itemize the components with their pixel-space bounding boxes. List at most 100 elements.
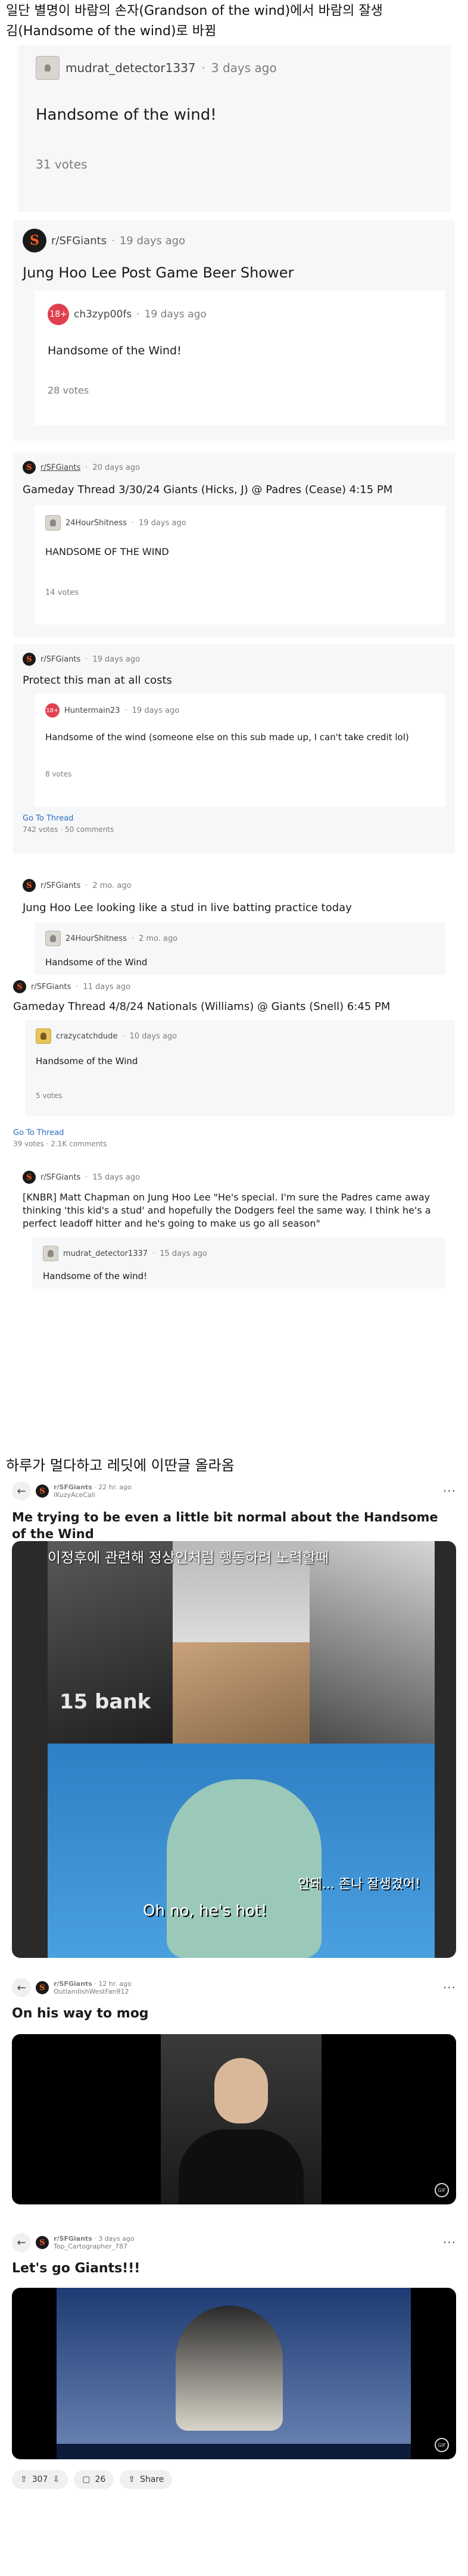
more-options-icon[interactable]: ··· — [443, 1981, 456, 1995]
reply-card: 24HourShitness · 2 mo. ago Handsome of t… — [35, 922, 445, 975]
meme-image[interactable]: 15 bank 이정후에 관련해 정상인처럼 행동하려 노력할때 안돼... 존… — [12, 1541, 456, 1958]
share-button[interactable]: ⇪ Share — [120, 2470, 173, 2489]
meme-caption-top: 이정후에 관련해 정상인처럼 행동하려 노력할때 — [48, 1549, 329, 1566]
back-arrow-icon[interactable]: ← — [12, 1978, 31, 1997]
sfgiants-logo-icon[interactable]: S — [23, 1171, 36, 1184]
sfgiants-logo-icon[interactable]: S — [23, 461, 36, 474]
username[interactable]: mudrat_detector1337 — [63, 1249, 148, 1258]
thread-title[interactable]: Gameday Thread 4/8/24 Nationals (William… — [13, 1000, 455, 1013]
vote-count: 31 votes — [36, 157, 88, 171]
post-card: ← S r/SFGiants · 3 days ago Top_Cartogra… — [12, 2233, 456, 2489]
username[interactable]: mudrat_detector1337 — [65, 61, 196, 75]
username[interactable]: 24HourShitness — [65, 934, 127, 943]
timestamp: 3 days ago — [98, 2235, 135, 2243]
vote-count: 28 votes — [48, 385, 89, 396]
username[interactable]: Huntermain23 — [64, 706, 120, 715]
thread-votes: 39 votes — [13, 1140, 44, 1148]
subreddit-name[interactable]: r/SFGiants — [54, 1980, 92, 1988]
timestamp: 19 days ago — [92, 654, 141, 664]
poster-username[interactable]: OutlandishWestFan912 — [54, 1988, 132, 1995]
post-title[interactable]: Let's go Giants!!! — [12, 2260, 456, 2277]
username[interactable]: 24HourShitness — [65, 519, 127, 528]
comment-body: Handsome of the wind! — [43, 1271, 148, 1281]
poster-username[interactable]: Top_Cartographer_787 — [54, 2243, 135, 2250]
meme-caption-korean: 안돼... 존나 잘생겼어! — [298, 1877, 420, 1892]
timestamp: 19 days ago — [119, 234, 186, 247]
share-icon: ⇪ — [128, 2475, 135, 2484]
more-options-icon[interactable]: ··· — [443, 1484, 456, 1498]
upvote-arrow-icon[interactable]: ⇧ — [20, 2475, 27, 2484]
timestamp: 22 hr. ago — [98, 1483, 132, 1491]
more-options-icon[interactable]: ··· — [443, 2235, 456, 2250]
thread-card: S r/SFGiants · 2 mo. ago Jung Hoo Lee lo… — [13, 871, 455, 975]
user-avatar[interactable] — [36, 56, 60, 80]
subreddit-name[interactable]: r/SFGiants — [40, 463, 80, 472]
sfgiants-logo-icon[interactable]: S — [23, 653, 36, 666]
go-to-thread-link[interactable]: Go To Thread — [23, 814, 445, 823]
thread-votes: 742 votes — [23, 825, 58, 834]
username[interactable]: crazycatchdude — [56, 1032, 117, 1041]
section-heading: 하루가 멀다하고 레딧에 이딴글 올라옴 — [6, 1457, 235, 1474]
thread-card: S r/SFGiants · 15 days ago [KNBR] Matt C… — [13, 1162, 455, 1305]
user-avatar[interactable] — [43, 1246, 58, 1261]
page-root: { "intro": { "line1": "일단 별명이 바람의 손자(Gra… — [0, 0, 468, 2576]
upvote-count: 307 — [32, 2475, 48, 2484]
sfgiants-logo-icon[interactable]: S — [36, 2236, 49, 2249]
user-avatar[interactable] — [36, 1028, 51, 1044]
post-gif[interactable]: GIF — [12, 2034, 456, 2204]
sfgiants-logo-icon[interactable]: S — [13, 980, 26, 993]
share-label: Share — [140, 2475, 164, 2484]
thread-title[interactable]: Jung Hoo Lee looking like a stud in live… — [23, 902, 445, 914]
sfgiants-logo-icon[interactable]: S — [36, 1981, 49, 1994]
subreddit-name[interactable]: r/SFGiants — [40, 1173, 80, 1182]
go-to-thread-link[interactable]: Go To Thread — [13, 1128, 455, 1137]
sfgiants-logo-icon[interactable]: S — [23, 229, 46, 252]
person-face — [214, 2058, 268, 2123]
reply-card: 24HourShitness · 19 days ago HANDSOME OF… — [35, 506, 445, 625]
score-bar — [57, 2444, 411, 2459]
subreddit-name[interactable]: r/SFGiants — [54, 1483, 92, 1491]
comments-button[interactable]: ▢ 26 — [74, 2470, 114, 2489]
thread-title[interactable]: Jung Hoo Lee Post Game Beer Shower — [23, 264, 445, 281]
post-title[interactable]: Me trying to be even a little bit normal… — [12, 1509, 456, 1542]
post-gif[interactable]: GIF — [12, 2288, 456, 2459]
separator-dot: · — [201, 61, 205, 75]
vote-count: 14 votes — [45, 588, 79, 597]
thread-stats: 742 votes · 50 comments — [23, 825, 114, 834]
subreddit-name[interactable]: r/SFGiants — [40, 881, 80, 890]
timestamp: 10 days ago — [129, 1031, 177, 1041]
downvote-arrow-icon[interactable]: ⇩ — [52, 2475, 60, 2484]
back-arrow-icon[interactable]: ← — [12, 1482, 31, 1501]
sfgiants-logo-icon[interactable]: S — [36, 1485, 49, 1498]
reply-card: 18+ Huntermain23 · 19 days ago Handsome … — [35, 694, 445, 807]
subreddit-name[interactable]: r/SFGiants — [40, 655, 80, 664]
poster-username[interactable]: IKuzyAceCali — [54, 1491, 132, 1499]
thread-title[interactable]: [KNBR] Matt Chapman on Jung Hoo Lee "He'… — [23, 1191, 445, 1230]
tuxedo — [179, 2129, 304, 2204]
subreddit-name[interactable]: r/SFGiants — [51, 235, 107, 247]
timestamp: 15 days ago — [92, 1172, 141, 1182]
post-actions: ⇧ 307 ⇩ ▢ 26 ⇪ Share — [12, 2470, 456, 2489]
user-avatar[interactable] — [45, 515, 61, 531]
nsfw-avatar-icon: 18+ — [48, 304, 69, 325]
user-avatar[interactable] — [45, 931, 61, 946]
timestamp: 11 days ago — [83, 982, 131, 991]
intro-line-1: 일단 별명이 바람의 손자(Grandson of the wind)에서 바람… — [6, 4, 383, 18]
subreddit-name[interactable]: r/SFGiants — [31, 983, 71, 991]
vote-count: 5 votes — [36, 1091, 63, 1100]
back-arrow-icon[interactable]: ← — [12, 2233, 31, 2252]
subreddit-name[interactable]: r/SFGiants — [54, 2235, 92, 2243]
post-title[interactable]: On his way to mog — [12, 2006, 456, 2022]
timestamp: 19 days ago — [144, 308, 207, 320]
thread-title[interactable]: Gameday Thread 3/30/24 Giants (Hicks, J)… — [23, 484, 445, 496]
thread-comments: 2.1K comments — [51, 1140, 107, 1148]
timestamp: 19 days ago — [132, 706, 180, 715]
comment-body: Handsome of the Wind — [45, 957, 148, 968]
post-card: ← S r/SFGiants · 12 hr. ago OutlandishWe… — [12, 1978, 456, 2204]
sfgiants-logo-icon[interactable]: S — [23, 879, 36, 892]
timestamp: 19 days ago — [138, 518, 186, 528]
username[interactable]: ch3zyp00fs — [74, 308, 132, 320]
comment-count: 26 — [95, 2475, 106, 2484]
thread-title[interactable]: Protect this man at all costs — [23, 674, 445, 687]
comment-bubble-icon: ▢ — [82, 2475, 91, 2484]
